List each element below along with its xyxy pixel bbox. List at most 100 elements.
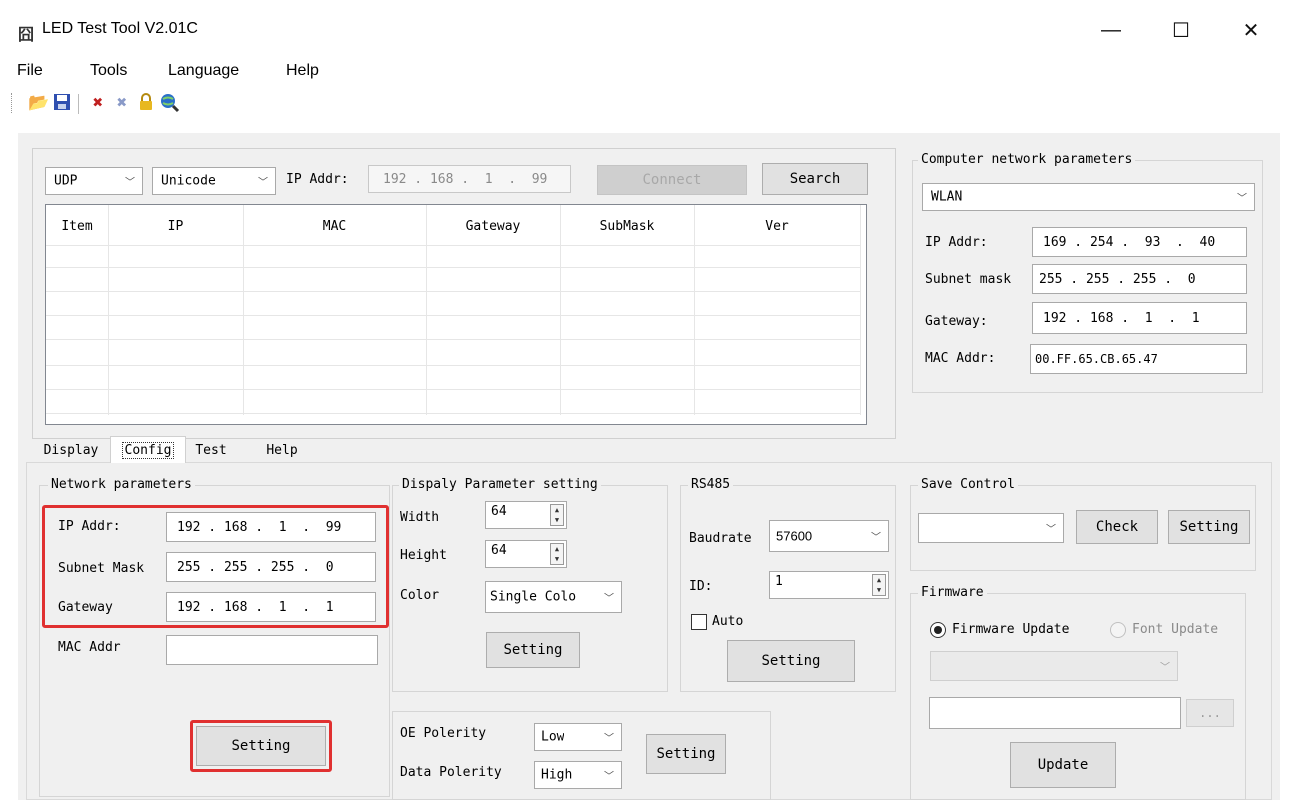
menu-file[interactable]: File	[17, 62, 43, 80]
net-mac-field[interactable]	[166, 635, 378, 665]
column-header-gateway[interactable]: Gateway	[426, 219, 560, 234]
tab-display[interactable]: Display	[36, 438, 106, 462]
connect-button[interactable]: Connect	[597, 165, 747, 195]
tab-config-label: Config	[121, 441, 175, 459]
network-params-title: Network parameters	[48, 477, 195, 492]
spinner-arrows-icon[interactable]: ▲ ▼	[872, 574, 886, 596]
net-ip-field[interactable]: 192 . 168 . 1 . 99	[166, 512, 376, 542]
spinner-arrows-icon[interactable]: ▲ ▼	[550, 543, 564, 565]
font-update-label: Font Update	[1132, 622, 1219, 637]
pc-mac-label: MAC Addr:	[925, 351, 996, 366]
rs485-id-label: ID:	[689, 579, 713, 594]
column-divider	[108, 205, 109, 415]
toolbar-grip	[11, 93, 13, 113]
firmware-path-field[interactable]	[929, 697, 1181, 729]
net-subnet-value: 255 . 255 . 255 . 0	[177, 559, 334, 575]
protocol-select[interactable]: UDP ﹀	[45, 167, 143, 195]
net-gateway-field[interactable]: 192 . 168 . 1 . 1	[166, 592, 376, 622]
network-adapter-select[interactable]: WLAN ﹀	[922, 183, 1255, 211]
data-polarity-select[interactable]: High ﹀	[534, 761, 622, 789]
font-update-radio[interactable]	[1110, 622, 1126, 638]
net-subnet-field[interactable]: 255 . 255 . 255 . 0	[166, 552, 376, 582]
pc-mac-field[interactable]: 00.FF.65.CB.65.47	[1030, 344, 1247, 374]
pc-ip-field[interactable]: 169 . 254 . 93 . 40	[1032, 227, 1247, 257]
lock-icon[interactable]	[136, 93, 156, 113]
update-button[interactable]: Update	[1010, 742, 1116, 788]
width-value: 64	[491, 504, 507, 519]
menu-language[interactable]: Language	[168, 62, 239, 80]
save-control-select[interactable]: ﹀	[918, 513, 1064, 543]
height-label: Height	[400, 548, 447, 563]
network-setting-button[interactable]: Setting	[196, 726, 326, 766]
chevron-down-icon: ﹀	[871, 532, 881, 544]
net-gateway-label: Gateway	[58, 600, 113, 615]
maximize-button[interactable]: ☐	[1158, 10, 1204, 50]
encoding-select[interactable]: Unicode ﹀	[152, 167, 276, 195]
row-divider	[46, 389, 861, 390]
data-polarity-value: High	[541, 767, 573, 783]
pc-subnet-label: Subnet mask	[925, 272, 1012, 287]
color-select[interactable]: Single Colo ﹀	[485, 581, 622, 613]
menu-help[interactable]: Help	[286, 62, 319, 80]
device-table[interactable]: Item IP MAC Gateway SubMask Ver	[45, 204, 867, 425]
firmware-title: Firmware	[918, 585, 987, 600]
column-header-ip[interactable]: IP	[108, 219, 243, 234]
width-spinner[interactable]: 64 ▲ ▼	[485, 501, 567, 529]
pc-mac-value: 00.FF.65.CB.65.47	[1035, 352, 1158, 366]
height-spinner[interactable]: 64 ▲ ▼	[485, 540, 567, 568]
tab-config[interactable]: Config	[110, 436, 186, 463]
pc-gateway-value: 192 . 168 . 1 . 1	[1043, 310, 1200, 326]
tab-help[interactable]: Help	[250, 438, 314, 462]
net-subnet-label: Subnet Mask	[58, 561, 145, 576]
firmware-update-radio[interactable]	[930, 622, 946, 638]
app-logo-icon: 囧	[18, 27, 34, 44]
firmware-file-select[interactable]: ﹀	[930, 651, 1178, 681]
network-adapter-value: WLAN	[931, 189, 963, 205]
search-button[interactable]: Search	[762, 163, 868, 195]
close-button[interactable]: ✕	[1228, 10, 1274, 50]
pc-gateway-label: Gateway:	[925, 314, 988, 329]
pc-ip-value: 169 . 254 . 93 . 40	[1043, 234, 1216, 250]
pc-subnet-field[interactable]: 255 . 255 . 255 . 0	[1032, 264, 1247, 294]
save-control-setting-button[interactable]: Setting	[1168, 510, 1250, 544]
disconnect-icon[interactable]: ✖	[112, 93, 132, 113]
auto-checkbox[interactable]	[691, 614, 707, 630]
row-divider	[46, 365, 861, 366]
column-header-submask[interactable]: SubMask	[560, 219, 694, 234]
column-header-ver[interactable]: Ver	[694, 219, 860, 234]
rs485-id-value: 1	[775, 574, 783, 589]
open-folder-icon[interactable]: 📂	[28, 93, 49, 113]
polarity-setting-button[interactable]: Setting	[646, 734, 726, 774]
row-divider	[46, 267, 861, 268]
connection-ip-field[interactable]: 192 . 168 . 1 . 99	[368, 165, 571, 193]
column-divider	[560, 205, 561, 415]
column-header-item[interactable]: Item	[46, 219, 108, 234]
firmware-update-label: Firmware Update	[952, 622, 1070, 637]
height-value: 64	[491, 543, 507, 558]
check-button[interactable]: Check	[1076, 510, 1158, 544]
row-divider	[46, 291, 861, 292]
rs485-title: RS485	[688, 477, 734, 492]
baudrate-select[interactable]: 57600 ﹀	[769, 520, 889, 552]
tools-icon[interactable]: ✖	[88, 93, 108, 113]
tab-test[interactable]: Test	[188, 438, 234, 462]
pc-gateway-field[interactable]: 192 . 168 . 1 . 1	[1032, 302, 1247, 334]
rs485-id-spinner[interactable]: 1 ▲ ▼	[769, 571, 889, 599]
computer-network-title: Computer network parameters	[918, 152, 1136, 167]
spinner-arrows-icon[interactable]: ▲ ▼	[550, 504, 564, 526]
browse-button[interactable]: ...	[1186, 699, 1234, 727]
oe-polarity-value: Low	[541, 729, 565, 745]
oe-polarity-select[interactable]: Low ﹀	[534, 723, 622, 751]
rs485-setting-button[interactable]: Setting	[727, 640, 855, 682]
pc-subnet-value: 255 . 255 . 255 . 0	[1039, 271, 1196, 287]
row-divider	[46, 339, 861, 340]
save-control-title: Save Control	[918, 477, 1018, 492]
save-icon[interactable]	[52, 93, 72, 113]
column-header-mac[interactable]: MAC	[243, 219, 426, 234]
display-setting-button[interactable]: Setting	[486, 632, 580, 668]
baudrate-value: 57600	[776, 528, 813, 544]
menu-tools[interactable]: Tools	[90, 62, 127, 80]
minimize-button[interactable]: —	[1088, 10, 1134, 50]
globe-search-icon[interactable]	[160, 93, 180, 113]
width-label: Width	[400, 510, 440, 525]
